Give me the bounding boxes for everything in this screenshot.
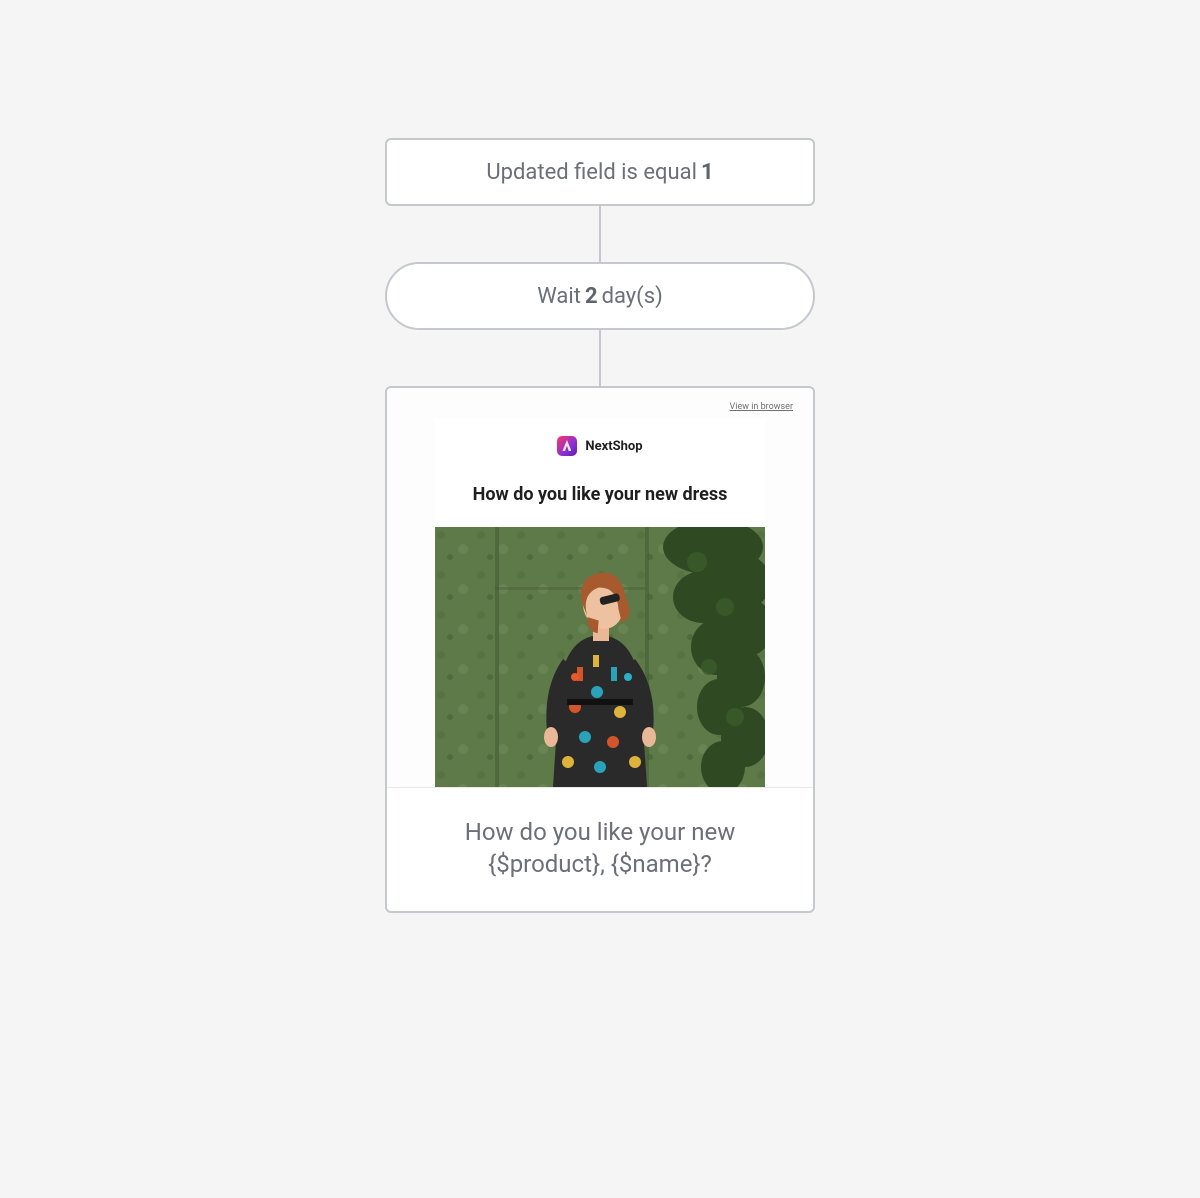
condition-node[interactable]: Updated field is equal 1 — [385, 138, 815, 206]
brand-name: NextShop — [585, 439, 642, 454]
email-body: NextShop How do you like your new dress — [435, 418, 765, 787]
automation-flow: Updated field is equal 1 Wait 2 day(s) V… — [385, 138, 815, 1198]
connector — [599, 330, 601, 386]
email-hero-image — [435, 527, 765, 787]
brand-logo-icon — [557, 436, 577, 456]
email-preview: View in browser NextShop How do you like… — [387, 388, 813, 788]
wait-prefix: Wait — [537, 284, 581, 309]
condition-value: 1 — [701, 160, 714, 185]
condition-text: Updated field is equal — [486, 160, 697, 185]
wait-value: 2 — [585, 284, 598, 309]
brand-row: NextShop — [435, 436, 765, 456]
wait-suffix: day(s) — [602, 284, 663, 309]
email-node[interactable]: View in browser NextShop How do you like… — [385, 386, 815, 913]
email-subject: How do you like your new {$product}, {$n… — [387, 788, 813, 911]
wait-node[interactable]: Wait 2 day(s) — [385, 262, 815, 330]
connector — [599, 206, 601, 262]
view-in-browser-link[interactable]: View in browser — [403, 398, 797, 418]
email-headline: How do you like your new dress — [435, 484, 765, 505]
